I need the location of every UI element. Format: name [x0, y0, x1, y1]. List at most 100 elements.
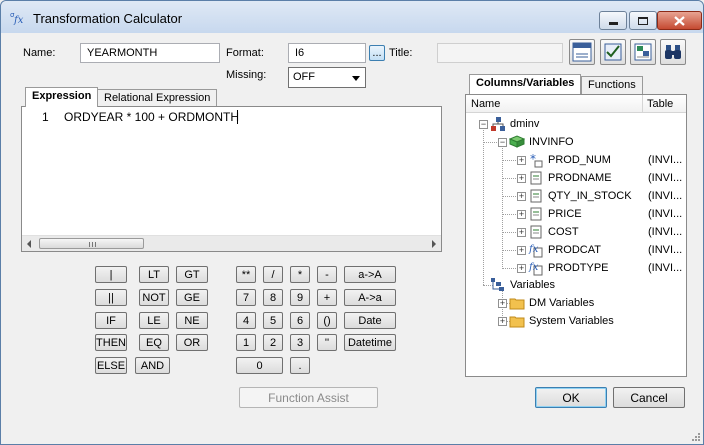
variable-properties-button[interactable] [630, 39, 656, 65]
expression-editor[interactable]: 1 ORDYEAR * 100 + ORDMONTH [21, 106, 442, 252]
key-or[interactable]: OR [176, 334, 208, 351]
tree-line [502, 268, 516, 269]
database-icon [491, 117, 505, 131]
tab-relational-expression[interactable]: Relational Expression [97, 89, 218, 107]
table-icon [509, 135, 525, 148]
cancel-button[interactable]: Cancel [613, 387, 685, 408]
key-4[interactable]: 4 [236, 312, 256, 329]
function-assist-button[interactable]: Function Assist [239, 387, 378, 408]
name-field[interactable]: YEARMONTH [80, 43, 220, 63]
tree-node-field[interactable]: PRICE [548, 206, 582, 222]
tree-field-table: (INVI... [648, 208, 683, 220]
collapse-toggle[interactable]: − [479, 120, 488, 129]
key-power[interactable]: ** [236, 266, 256, 283]
close-button[interactable] [657, 11, 702, 30]
check-expression-button[interactable] [600, 39, 626, 65]
key-9[interactable]: 9 [290, 289, 310, 306]
key-0[interactable]: 0 [236, 357, 283, 374]
tree-node-root[interactable]: dminv [510, 116, 539, 132]
key-ne[interactable]: NE [176, 312, 208, 329]
tree-node-field[interactable]: PRODNAME [548, 170, 612, 186]
tree-node-field[interactable]: PRODCAT [548, 242, 601, 258]
tree-node-system-variables[interactable]: System Variables [529, 313, 614, 329]
key-gt[interactable]: GT [176, 266, 208, 283]
expand-toggle[interactable]: + [517, 264, 526, 273]
find-button[interactable] [660, 39, 686, 65]
tab-functions[interactable]: Functions [581, 76, 643, 94]
key-5[interactable]: 5 [263, 312, 283, 329]
title-bar[interactable]: σ fx Transformation Calculator [1, 1, 703, 33]
key-1[interactable]: 1 [236, 334, 256, 351]
key-le[interactable]: LE [139, 312, 169, 329]
key-and[interactable]: AND [135, 357, 170, 374]
key-uppercase[interactable]: a->A [344, 266, 396, 283]
editor-horizontal-scrollbar[interactable] [22, 235, 441, 251]
tree-field-table: (INVI... [648, 226, 683, 238]
key-7[interactable]: 7 [236, 289, 256, 306]
column-header-table[interactable]: Table [647, 98, 673, 110]
key-eq[interactable]: EQ [139, 334, 169, 351]
tree-node-table[interactable]: INVINFO [529, 134, 574, 150]
key-decimal[interactable]: . [290, 357, 310, 374]
tree-node-field[interactable]: COST [548, 224, 579, 240]
key-if[interactable]: IF [95, 312, 127, 329]
tree-node-field[interactable]: PROD_NUM [548, 152, 611, 168]
expand-toggle[interactable]: + [517, 192, 526, 201]
format-label: Format: [226, 47, 264, 59]
key-8[interactable]: 8 [263, 289, 283, 306]
binoculars-icon [665, 45, 681, 59]
key-3[interactable]: 3 [290, 334, 310, 351]
expand-toggle[interactable]: + [517, 210, 526, 219]
missing-select[interactable]: OFF [288, 67, 366, 88]
key-ge[interactable]: GE [176, 289, 208, 306]
key-multiply[interactable]: * [290, 266, 310, 283]
key-lt[interactable]: LT [139, 266, 169, 283]
key-pipe[interactable]: | [95, 266, 127, 283]
title-field[interactable] [437, 43, 563, 63]
key-quotes[interactable]: '' [317, 334, 337, 351]
tree-node-field[interactable]: PRODTYPE [548, 260, 609, 276]
tree-node-dm-variables[interactable]: DM Variables [529, 295, 594, 311]
expand-toggle[interactable]: + [517, 174, 526, 183]
expand-toggle[interactable]: + [498, 299, 507, 308]
folder-icon [509, 316, 525, 328]
key-plus[interactable]: + [317, 289, 337, 306]
key-2[interactable]: 2 [263, 334, 283, 351]
key-else[interactable]: ELSE [95, 357, 127, 374]
key-minus[interactable]: - [317, 266, 337, 283]
expand-toggle[interactable]: + [517, 246, 526, 255]
expand-toggle[interactable]: + [517, 156, 526, 165]
field-icon [530, 171, 542, 185]
column-divider [642, 95, 643, 113]
key-datetime[interactable]: Datetime [344, 334, 396, 351]
minimize-button[interactable] [599, 11, 627, 30]
tree-node-variables[interactable]: Variables [510, 277, 555, 293]
key-divide[interactable]: / [263, 266, 283, 283]
columns-variables-tree[interactable]: Name Table − dminv − INVINFO + * PROD_NUM (… [465, 94, 687, 377]
sql-icon [572, 42, 592, 62]
format-browse-button[interactable]: ... [369, 45, 385, 61]
expression-text[interactable]: ORDYEAR * 100 + ORDMONTH [64, 110, 239, 124]
key-6[interactable]: 6 [290, 312, 310, 329]
tree-field-table: (INVI... [648, 190, 683, 202]
ok-button[interactable]: OK [535, 387, 607, 408]
key-lowercase[interactable]: A->a [344, 289, 396, 306]
collapse-toggle[interactable]: − [498, 138, 507, 147]
key-date[interactable]: Date [344, 312, 396, 329]
key-then[interactable]: THEN [95, 334, 127, 351]
scrollbar-thumb[interactable] [39, 238, 144, 249]
expand-toggle[interactable]: + [517, 228, 526, 237]
computed-field-icon: fx [528, 244, 543, 258]
tree-node-field[interactable]: QTY_IN_STOCK [548, 188, 632, 204]
key-not[interactable]: NOT [139, 289, 169, 306]
resize-grip-icon[interactable] [689, 430, 701, 442]
key-concat[interactable]: || [95, 289, 127, 306]
column-header-name[interactable]: Name [471, 98, 500, 110]
tab-expression[interactable]: Expression [25, 87, 99, 107]
maximize-button[interactable] [629, 11, 657, 30]
key-parens[interactable]: () [317, 312, 337, 329]
sql-button[interactable] [569, 39, 595, 65]
format-field[interactable]: I6 [288, 43, 366, 63]
expand-toggle[interactable]: + [498, 317, 507, 326]
tab-columns-variables[interactable]: Columns/Variables [469, 74, 582, 94]
